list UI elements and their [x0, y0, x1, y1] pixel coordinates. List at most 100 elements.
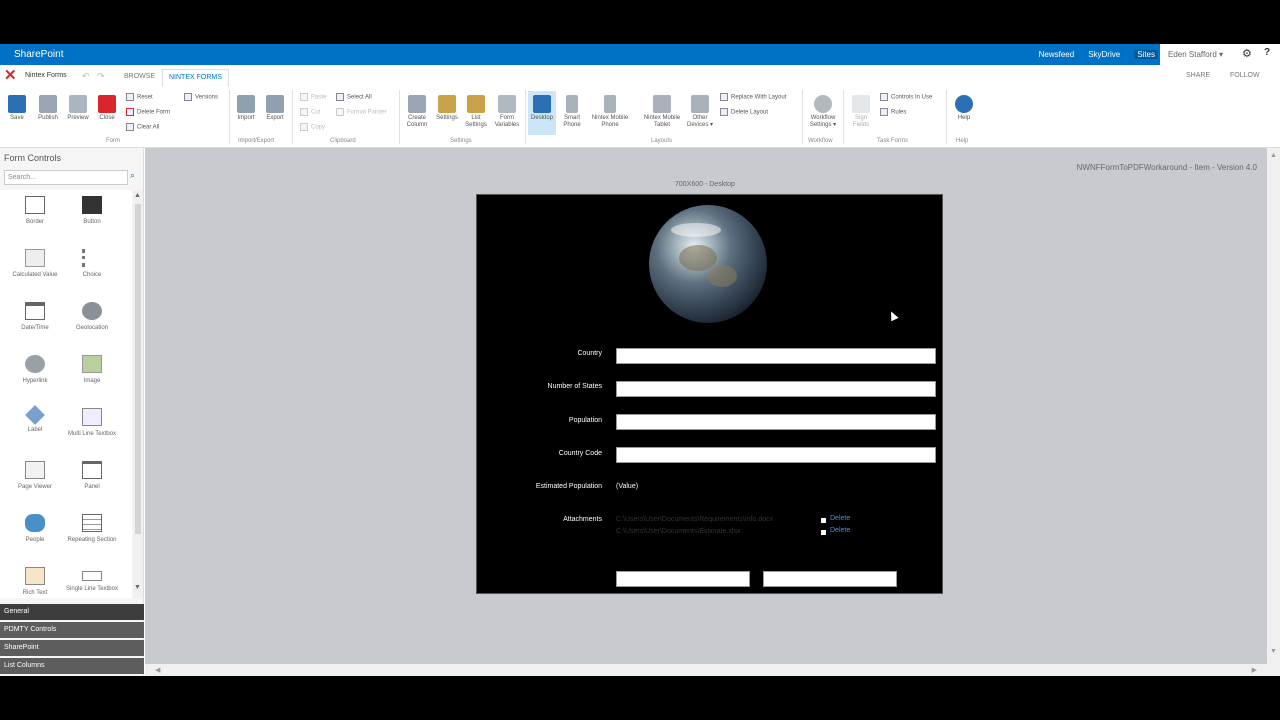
redo-icon[interactable]: ↷	[97, 71, 105, 82]
control-button[interactable]: Button	[64, 196, 120, 226]
control-calculated-value[interactable]: Calculated Value	[7, 249, 63, 279]
population-input[interactable]	[616, 414, 936, 430]
cut-button[interactable]: Cut	[300, 108, 320, 116]
copy-icon	[300, 123, 308, 131]
country-code-label: Country Code	[558, 450, 602, 457]
form-variables-button[interactable]: Form Variables	[492, 95, 522, 129]
versions-button[interactable]: Versions	[184, 93, 218, 101]
publish-button[interactable]: Publish	[34, 95, 62, 122]
format-painter-button[interactable]: Format Painter	[336, 108, 387, 116]
country-code-input[interactable]	[616, 447, 936, 463]
clear-all-button[interactable]: Clear All	[126, 123, 159, 131]
control-label[interactable]: Label	[7, 405, 63, 434]
estimated-population-value[interactable]: (Value)	[616, 483, 638, 490]
follow-button[interactable]: FOLLOW	[1230, 72, 1260, 79]
control-rich-text[interactable]: Rich Text	[7, 567, 63, 597]
scroll-down-icon[interactable]: ▼	[134, 584, 141, 591]
smart-phone-button[interactable]: Smart Phone	[560, 95, 584, 129]
undo-icon[interactable]: ↶	[82, 71, 90, 82]
form-layout[interactable]: Country Number of States Population Coun…	[476, 194, 943, 594]
replace-with-layout-button[interactable]: Replace With Layout	[720, 93, 786, 101]
workflow-settings-button[interactable]: Workflow Settings ▾	[806, 95, 840, 129]
control-image[interactable]: Image	[64, 355, 120, 385]
control-multi-line-textbox[interactable]: Multi Line Textbox	[64, 408, 120, 438]
ribbon-separator	[802, 90, 803, 144]
number-of-states-input[interactable]	[616, 381, 936, 397]
search-input[interactable]: Search...	[4, 170, 128, 185]
export-button[interactable]: Export	[263, 95, 287, 122]
category-sharepoint[interactable]: SharePoint	[0, 640, 144, 656]
paste-button[interactable]: Paste	[300, 93, 326, 101]
newsfeed-link[interactable]: Newsfeed	[1039, 50, 1075, 59]
scroll-left-icon[interactable]: ◀	[155, 666, 160, 674]
other-devices-button[interactable]: Other Devices ▾	[684, 95, 716, 129]
category-general[interactable]: General	[0, 604, 144, 620]
control-border[interactable]: Border	[7, 196, 63, 226]
save-button[interactable]: Save	[6, 95, 28, 122]
create-column-button[interactable]: Create Column	[403, 95, 431, 129]
category-list-columns[interactable]: List Columns	[0, 658, 144, 674]
country-label: Country	[577, 350, 602, 357]
preview-icon	[69, 95, 87, 113]
nintex-mobile-tablet-button[interactable]: Nintex Mobile Tablet	[642, 95, 682, 129]
user-menu[interactable]: Eden Stafford ▾	[1168, 50, 1223, 59]
multi-line-textbox-icon	[82, 408, 102, 426]
control-geolocation[interactable]: Geolocation	[64, 302, 120, 332]
canvas-horizontal-scrollbar[interactable]: ◀ ▶	[145, 664, 1267, 676]
reset-button[interactable]: Reset	[126, 93, 153, 101]
control-people[interactable]: People	[7, 514, 63, 544]
control-choice[interactable]: Choice	[64, 249, 120, 279]
form-button-left[interactable]	[616, 571, 750, 587]
group-label-settings: Settings	[450, 138, 472, 144]
form-design-canvas[interactable]: NWNFFormToPDFWorkaround - Item - Version…	[145, 148, 1267, 664]
tab-browse[interactable]: BROWSE	[124, 73, 155, 80]
select-all-button[interactable]: Select All	[336, 93, 372, 101]
scroll-right-icon[interactable]: ▶	[1252, 666, 1257, 674]
settings-button[interactable]: Settings	[433, 95, 461, 122]
canvas-vertical-scrollbar[interactable]: ▲ ▼	[1267, 148, 1280, 676]
ribbon-separator	[292, 90, 293, 144]
import-button[interactable]: Import	[234, 95, 258, 122]
preview-button[interactable]: Preview	[64, 95, 92, 122]
controls-in-use-icon	[880, 93, 888, 101]
country-input[interactable]	[616, 348, 936, 364]
attachment-delete-link[interactable]: Delete	[830, 527, 850, 534]
control-repeating-section[interactable]: Repeating Section	[64, 514, 120, 544]
copy-button[interactable]: Copy	[300, 123, 325, 131]
ribbon-separator	[229, 90, 230, 144]
rules-button[interactable]: Rules	[880, 108, 906, 116]
sharepoint-brand[interactable]: SharePoint	[14, 49, 63, 60]
sign-fields-button[interactable]: Sign Fields	[848, 95, 874, 129]
gear-icon[interactable]: ⚙	[1242, 47, 1252, 60]
ribbon: Save Publish Preview Close Reset Delete …	[0, 87, 1280, 148]
help-icon[interactable]: ?	[1264, 47, 1270, 58]
search-icon[interactable]: ⌕	[130, 170, 135, 181]
attachment-delete-link[interactable]: Delete	[830, 515, 850, 522]
list-settings-button[interactable]: List Settings	[462, 95, 490, 129]
nintex-mobile-phone-button[interactable]: Nintex Mobile Phone	[588, 95, 632, 129]
scrollbar-thumb[interactable]	[135, 204, 141, 534]
tab-nintex-forms[interactable]: NINTEX FORMS	[162, 69, 229, 87]
delete-form-button[interactable]: Delete Form	[126, 108, 170, 116]
delete-layout-button[interactable]: Delete Layout	[720, 108, 768, 116]
scroll-up-icon[interactable]: ▲	[1270, 152, 1277, 159]
skydrive-link[interactable]: SkyDrive	[1088, 50, 1120, 59]
control-single-line-textbox[interactable]: Single Line Textbox	[64, 567, 120, 593]
image-icon	[82, 355, 102, 373]
controls-in-use-button[interactable]: Controls In Use	[880, 93, 932, 101]
control-panel[interactable]: Panel	[64, 461, 120, 491]
share-button[interactable]: SHARE	[1186, 72, 1210, 79]
sites-link[interactable]: Sites	[1134, 50, 1158, 59]
close-button[interactable]: Close	[96, 95, 118, 122]
scroll-up-icon[interactable]: ▲	[134, 192, 141, 199]
form-button-right[interactable]	[763, 571, 897, 587]
control-page-viewer[interactable]: Page Viewer	[7, 461, 63, 491]
category-pdmty-controls[interactable]: PDMTY Controls	[0, 622, 144, 638]
help-button[interactable]: Help	[952, 95, 976, 122]
controls-scrollbar[interactable]: ▲ ▼	[133, 190, 143, 598]
earth-image[interactable]	[649, 205, 767, 323]
control-date-time[interactable]: Date/Time	[7, 302, 63, 332]
desktop-layout-button[interactable]: Desktop	[528, 91, 556, 135]
scroll-down-icon[interactable]: ▼	[1270, 648, 1277, 655]
control-hyperlink[interactable]: Hyperlink	[7, 355, 63, 385]
